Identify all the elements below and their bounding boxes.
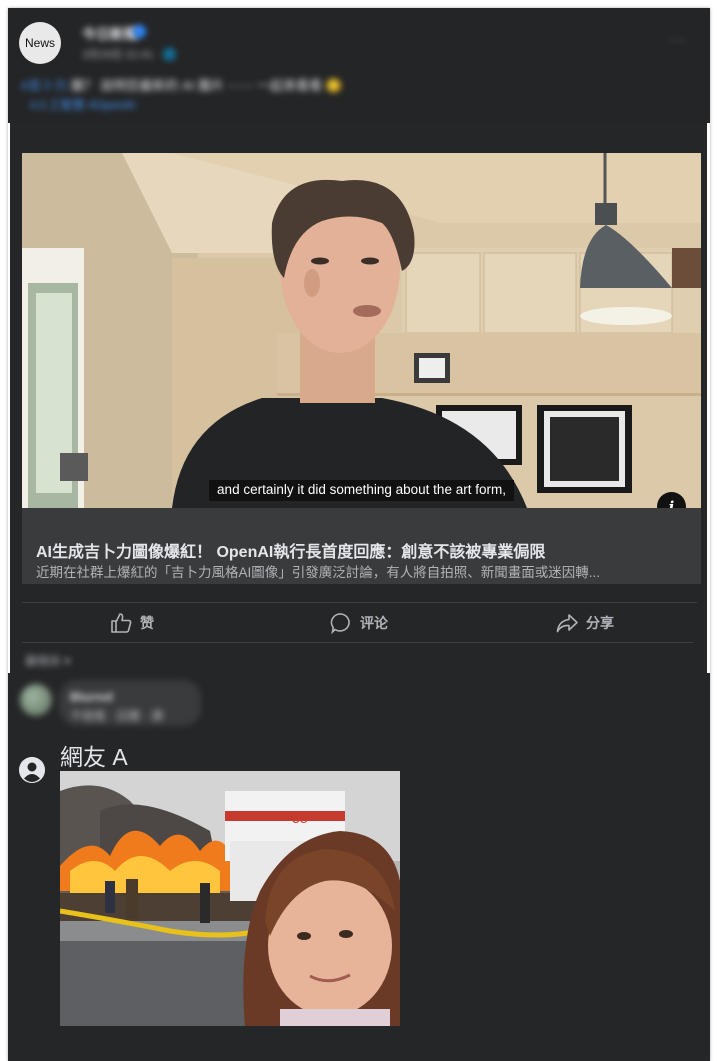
link-preview-description: 近期在社群上爆紅的「吉卜力風格AI圖像」引發廣泛討論，有人將自拍照、新聞畫面或迷… xyxy=(36,565,601,580)
post-timestamp[interactable]: 3月29日 21:41 · 🌐 xyxy=(82,46,176,62)
svg-text:38: 38 xyxy=(292,810,308,826)
link-preview-image[interactable]: and certainly it did something about the… xyxy=(22,153,701,508)
page-avatar[interactable]: News xyxy=(19,22,61,64)
post-author[interactable]: 今日新聞 xyxy=(82,24,138,44)
post-text: #吉卜力 圖？ 說明您最新的 AI 圖片 ⋯⋯ 一起來看看 🙂 xyxy=(21,76,491,95)
comment-sort-dropdown[interactable]: 最相关 ▾ xyxy=(25,652,70,669)
comment-label: 评论 xyxy=(360,615,388,631)
actions-divider-bottom xyxy=(22,642,693,643)
commenter-avatar[interactable] xyxy=(20,684,52,716)
comment-text: 不錯看 · 回覆 · 讚 xyxy=(70,709,164,723)
link-preview-title[interactable]: AI生成吉卜力圖像爆紅！ OpenAI執行長首度回應：創意不該被專業侷限 xyxy=(36,538,545,562)
verified-icon xyxy=(133,25,146,38)
comment-image[interactable]: 38 xyxy=(60,771,400,1026)
video-still xyxy=(22,153,701,508)
commenter-name-2[interactable]: 網友 A xyxy=(60,738,128,772)
comment-button[interactable]: 评论 xyxy=(330,612,388,634)
post-hashtags[interactable]: #人工智慧 #OpenAI xyxy=(30,96,135,113)
share-button[interactable]: 分享 xyxy=(556,612,614,634)
avatar-label: News xyxy=(24,36,55,50)
more-options-button[interactable]: ··· xyxy=(668,32,687,50)
video-subtitle-text: and certainly it did something about the… xyxy=(209,480,514,501)
post-hashtag[interactable]: #吉卜力 xyxy=(21,78,67,93)
thumbs-up-icon xyxy=(111,613,132,633)
like-label: 赞 xyxy=(140,615,154,631)
person-icon-graphic xyxy=(19,757,45,783)
share-label: 分享 xyxy=(586,615,614,631)
comment-icon xyxy=(330,613,350,634)
actions-divider-top xyxy=(22,602,697,603)
person-icon[interactable] xyxy=(19,757,45,783)
commenter-name[interactable]: Blurred xyxy=(70,690,113,704)
like-button[interactable]: 赞 xyxy=(110,612,154,634)
share-icon xyxy=(556,614,578,633)
comment-photo: 38 xyxy=(60,771,400,1026)
post-body: 圖？ 說明您最新的 AI 圖片 ⋯⋯ 一起來看看 🙂 xyxy=(70,78,342,93)
video-subtitle: and certainly it did something about the… xyxy=(22,480,701,501)
link-preview-caption[interactable]: AI生成吉卜力圖像爆紅！ OpenAI執行長首度回應：創意不該被專業侷限 近期在… xyxy=(22,508,701,584)
